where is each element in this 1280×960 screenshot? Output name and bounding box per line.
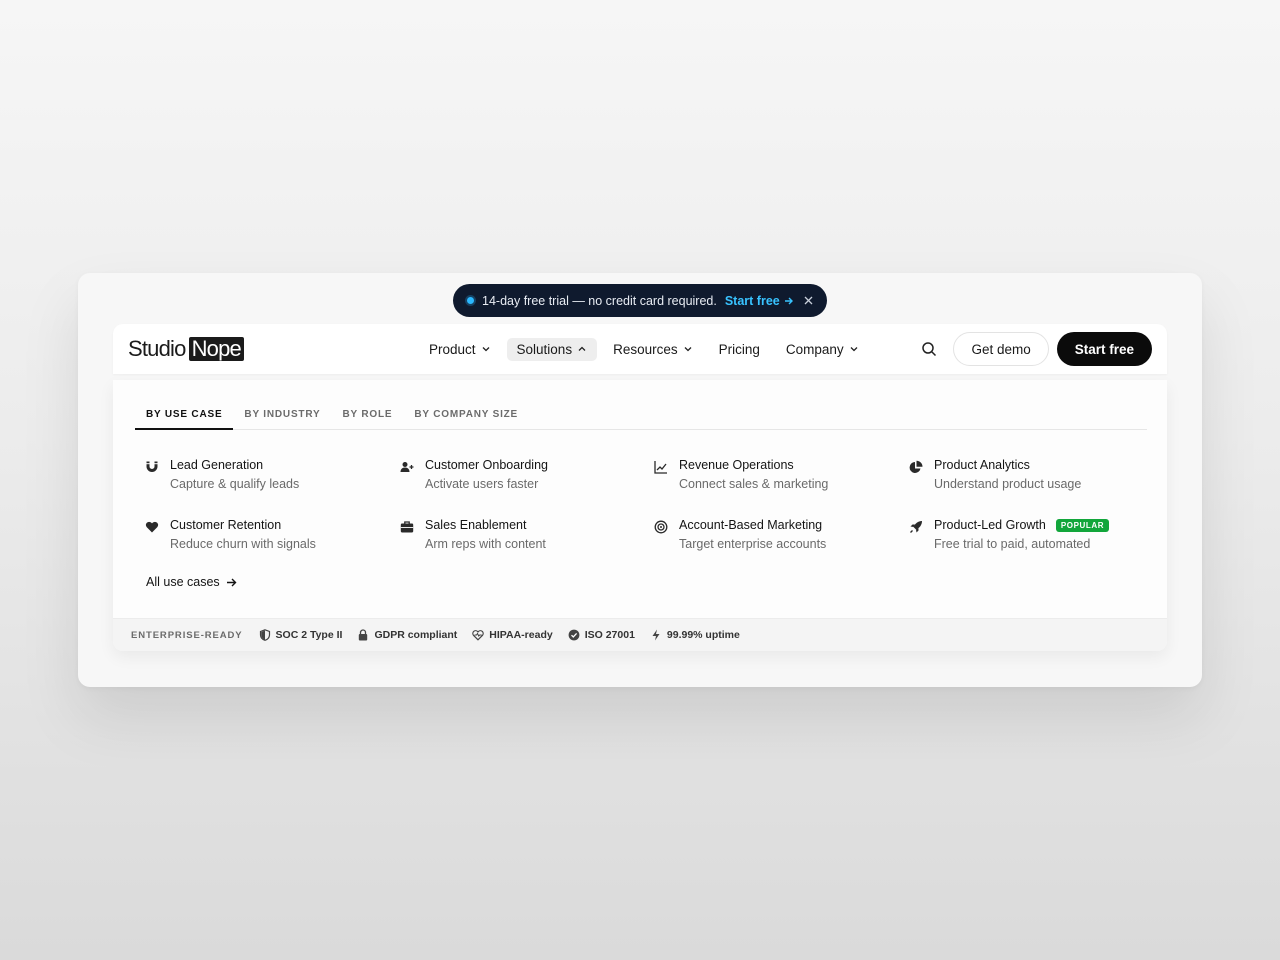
cert-gdpr: GDPR compliant (357, 629, 457, 641)
use-case-desc: Capture & qualify leads (170, 477, 300, 491)
use-case-account-based-marketing[interactable]: Account-Based Marketing Target enterprise… (654, 518, 894, 562)
lock-icon (359, 629, 368, 641)
top-navbar: Studio Nope Product Solutions Resources … (113, 324, 1167, 374)
chevron-down-icon (684, 347, 692, 352)
briefcase-icon (400, 521, 414, 533)
use-case-desc: Reduce churn with signals (170, 537, 316, 551)
use-case-product-led-growth[interactable]: Product-Led Growth POPULAR Free trial to… (909, 518, 1149, 562)
target-icon (654, 520, 668, 534)
cert-label: GDPR compliant (374, 629, 458, 641)
cert-hipaa: HIPAA-ready (472, 629, 553, 641)
close-icon (804, 296, 813, 305)
cert-iso: ISO 27001 (568, 629, 635, 641)
use-case-title: Customer Onboarding (425, 458, 548, 472)
use-case-lead-generation[interactable]: Lead Generation Capture & qualify leads (145, 458, 385, 502)
close-announcement-button[interactable] (804, 293, 813, 308)
pie-chart-icon (909, 460, 923, 473)
brand-logo[interactable]: Studio Nope (128, 336, 244, 362)
start-free-button[interactable]: Start free (1056, 332, 1152, 366)
chevron-down-icon (482, 347, 489, 352)
heart-pulse-icon (472, 630, 485, 641)
use-case-title: Revenue Operations (679, 458, 794, 472)
cert-uptime: 99.99% uptime (650, 629, 740, 641)
nav-item-label: Pricing (718, 341, 760, 357)
announcement-cta-link[interactable]: Start free (725, 294, 794, 308)
use-case-title: Product-Led Growth (934, 518, 1046, 532)
use-case-product-analytics[interactable]: Product Analytics Understand product usag… (909, 458, 1149, 502)
trust-bar-label: ENTERPRISE-READY (131, 629, 243, 641)
nav-item-label: Company (785, 341, 844, 357)
chart-line-icon (654, 461, 667, 474)
nav-item-label: Resources (613, 341, 678, 357)
chevron-up-icon (578, 346, 586, 351)
use-case-customer-retention[interactable]: Customer Retention Reduce churn with sign… (145, 518, 385, 562)
cert-label: HIPAA-ready (489, 629, 553, 641)
use-case-title: Product Analytics (934, 458, 1030, 472)
nav-item-solutions[interactable]: Solutions (506, 337, 598, 361)
use-case-sales-enablement[interactable]: Sales Enablement Arm reps with content (400, 518, 640, 562)
use-case-title: Sales Enablement (425, 518, 527, 532)
check-badge-icon (568, 629, 580, 641)
nav-item-pricing[interactable]: Pricing (709, 338, 770, 361)
tab-by-industry[interactable]: BY INDUSTRY (233, 402, 331, 430)
tab-by-use-case[interactable]: BY USE CASE (135, 402, 234, 430)
tab-by-role[interactable]: BY ROLE (331, 402, 403, 430)
use-case-desc: Connect sales & marketing (679, 477, 829, 491)
brand-word-2: Nope (188, 337, 244, 361)
announcement-message: 14-day free trial — no credit card requi… (482, 293, 717, 308)
use-case-desc: Understand product usage (934, 477, 1082, 491)
nav-item-product[interactable]: Product (419, 338, 501, 361)
nav-item-company[interactable]: Company (776, 338, 869, 361)
solutions-tabs: BY USE CASE BY INDUSTRY BY ROLE BY COMPA… (135, 402, 1147, 430)
solutions-dropdown: BY USE CASE BY INDUSTRY BY ROLE BY COMPA… (113, 380, 1167, 651)
use-case-desc: Arm reps with content (425, 537, 546, 551)
use-case-desc: Target enterprise accounts (679, 537, 827, 551)
brand-word-1: Studio (128, 336, 186, 361)
live-dot-icon (467, 297, 474, 304)
search-button[interactable] (913, 333, 945, 365)
cert-label: SOC 2 Type II (275, 629, 343, 641)
heart-icon (145, 521, 159, 533)
bolt-icon (652, 629, 660, 641)
nav-item-label: Product (429, 341, 476, 357)
announcement-cta-label: Start free (724, 293, 780, 308)
search-icon (922, 342, 937, 357)
shield-icon (259, 629, 270, 641)
cert-label: ISO 27001 (584, 629, 635, 641)
announcement-bar: 14-day free trial — no credit card requi… (453, 284, 827, 317)
popular-badge: POPULAR (1055, 518, 1110, 532)
use-case-desc: Activate users faster (425, 477, 539, 491)
use-case-title: Account-Based Marketing (679, 518, 823, 532)
all-use-cases-label: All use cases (146, 575, 220, 589)
user-plus-icon (400, 462, 414, 472)
use-case-title: Customer Retention (170, 518, 282, 532)
get-demo-button[interactable]: Get demo (953, 332, 1049, 366)
use-case-desc: Free trial to paid, automated (934, 537, 1091, 551)
arrow-right-icon (784, 297, 793, 304)
use-case-revenue-operations[interactable]: Revenue Operations Connect sales & market… (654, 458, 894, 502)
nav-item-resources[interactable]: Resources (603, 338, 703, 361)
use-case-customer-onboarding[interactable]: Customer Onboarding Activate users faster (400, 458, 640, 502)
nav-item-label: Solutions (516, 341, 573, 357)
tab-by-company-size[interactable]: BY COMPANY SIZE (403, 402, 529, 430)
cert-label: 99.99% uptime (666, 629, 740, 641)
nav-actions: Get demo Start free (913, 332, 1152, 366)
use-case-title: Lead Generation (170, 458, 264, 472)
trust-bar: ENTERPRISE-READY SOC 2 Type II GDPR comp… (113, 618, 1167, 651)
chevron-down-icon (850, 347, 858, 352)
use-case-title-row: Product-Led Growth POPULAR (934, 518, 1110, 532)
arrow-right-icon (226, 578, 237, 586)
cert-soc2: SOC 2 Type II (259, 629, 343, 641)
magnet-icon (146, 461, 158, 472)
all-use-cases-link[interactable]: All use cases (146, 575, 237, 589)
rocket-icon (910, 521, 922, 533)
main-menu: Product Solutions Resources Pricing Comp… (419, 337, 869, 361)
